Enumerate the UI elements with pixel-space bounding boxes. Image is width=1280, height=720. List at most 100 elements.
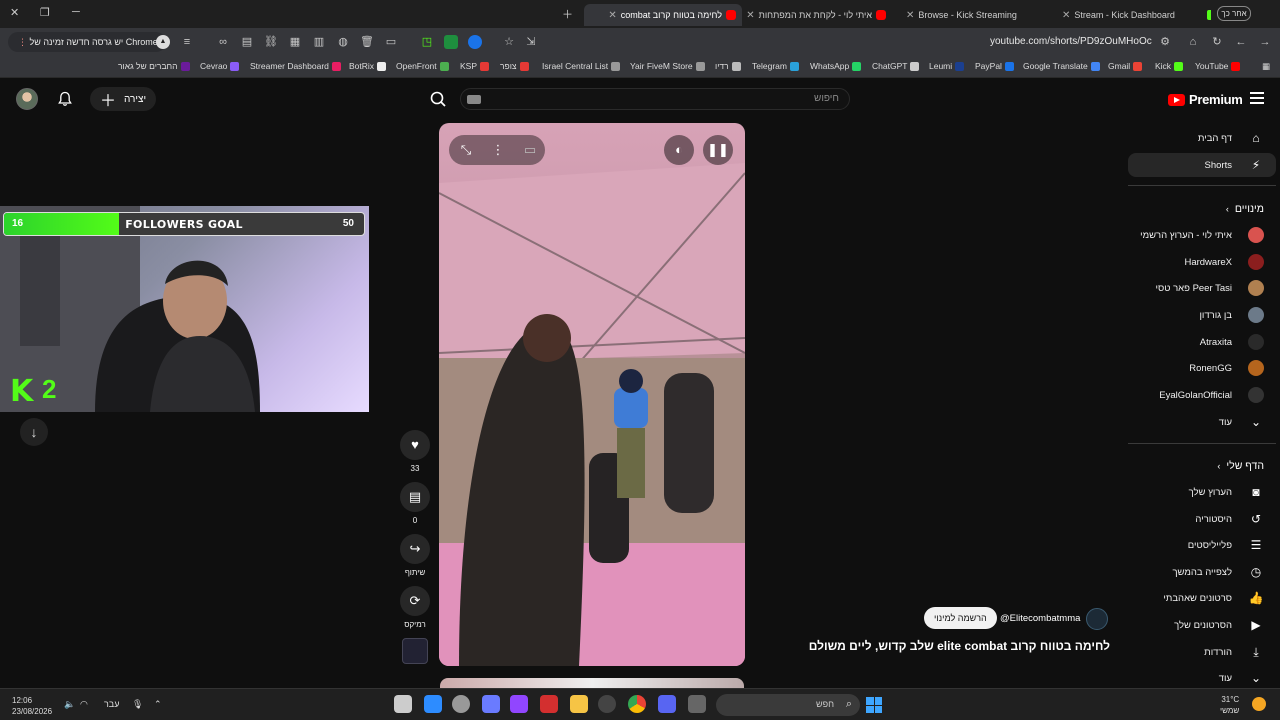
- channel-thumbnail[interactable]: [402, 638, 428, 664]
- sidebar-item-sub-itay-levi[interactable]: איתי לוי - הערוץ הרשמי: [1128, 223, 1276, 247]
- subscribe-button[interactable]: הרשמה למינוי: [924, 607, 997, 629]
- system-clock[interactable]: 12:06 23/08/2026: [12, 695, 52, 717]
- extension-icon[interactable]: ▲: [156, 35, 170, 49]
- volume-icon[interactable]: ◐: [664, 135, 694, 165]
- sidebar-item-your-channel[interactable]: ◙ הערוץ שלך: [1128, 480, 1276, 504]
- close-window-icon[interactable]: ✕: [10, 6, 19, 19]
- sidebar-item-your-videos[interactable]: ▶ הסרטונים שלך: [1128, 613, 1276, 637]
- extension-icon[interactable]: ▦: [288, 35, 302, 49]
- extension-icon[interactable]: ◳: [420, 35, 434, 49]
- omnibox-url[interactable]: youtube.com/shorts/PD9zOuMHoOc: [990, 36, 1152, 47]
- bookmark-cevrao[interactable]: Cevrao: [200, 61, 240, 71]
- sidebar-item-playlists[interactable]: ☰ פלייליסטים: [1128, 533, 1276, 557]
- guide-menu-icon[interactable]: [1250, 92, 1264, 104]
- shorts-video-player[interactable]: ⤡ ⋮ ▭ ◐ ❚❚: [439, 123, 745, 666]
- extension-icon[interactable]: ◍: [336, 35, 350, 49]
- you-header[interactable]: הדף שלי ›: [1180, 460, 1264, 472]
- tab-close-icon[interactable]: ✕: [746, 10, 754, 21]
- chrome-update-chip[interactable]: ⋮ יש גרסה חדשה זמינה של Chrome: [8, 32, 166, 52]
- obs-app-icon[interactable]: [598, 695, 616, 713]
- site-settings-icon[interactable]: ⚙: [1158, 35, 1172, 49]
- microphone-icon[interactable]: 🎙: [132, 699, 143, 710]
- windows-start-icon[interactable]: [866, 697, 882, 713]
- tab-group-chip[interactable]: אחר כך: [1217, 6, 1251, 21]
- bookmark-radio[interactable]: רדיו: [715, 61, 741, 71]
- bookmark-kick[interactable]: Kick: [1155, 61, 1184, 71]
- sidebar-item-you-more[interactable]: ⌄ עוד: [1128, 666, 1276, 690]
- bookmark-tsofar[interactable]: צופר: [500, 61, 529, 71]
- tab-shorts-video[interactable]: לחימה בטווח קרוב combat ✕: [584, 4, 742, 26]
- reading-list-icon[interactable]: ≡: [180, 35, 194, 49]
- all-bookmarks-icon[interactable]: ▦: [1262, 61, 1270, 72]
- sidebar-item-subs-more[interactable]: ⌄ עוד: [1128, 410, 1276, 434]
- extension-icon[interactable]: ▥: [312, 35, 326, 49]
- settings-app-icon[interactable]: [482, 695, 500, 713]
- captions-icon[interactable]: ▭: [515, 135, 545, 165]
- sidebar-item-sub-atraxita[interactable]: Atraxita: [1128, 330, 1276, 354]
- wifi-icon[interactable]: ◠: [80, 699, 88, 710]
- more-options-icon[interactable]: ⋮: [483, 135, 513, 165]
- sidebar-item-watch-later[interactable]: ◷ לצפייה בהמשך: [1128, 560, 1276, 584]
- language-indicator[interactable]: עבר: [104, 699, 119, 709]
- bookmark-friends[interactable]: החברים של גאור: [118, 61, 190, 71]
- media-app-icon[interactable]: [540, 695, 558, 713]
- bookmark-star-icon[interactable]: ☆: [502, 35, 516, 49]
- new-tab-icon[interactable]: ＋: [562, 6, 573, 22]
- remix-button[interactable]: ⟳ רמיקס: [400, 586, 430, 629]
- install-app-icon[interactable]: ⇲: [524, 35, 538, 49]
- bookmark-youtube[interactable]: YouTube: [1195, 61, 1241, 71]
- comments-button[interactable]: ▤ 0: [400, 482, 430, 525]
- minimize-window-icon[interactable]: ─: [72, 6, 80, 18]
- extension-icon[interactable]: [468, 35, 482, 49]
- tab-kick-browse[interactable]: ✕ Browse - Kick Streaming: [900, 4, 1050, 26]
- bookmark-openfront[interactable]: OpenFront: [396, 61, 449, 71]
- reload-icon[interactable]: ↻: [1210, 35, 1224, 49]
- tab-close-icon[interactable]: ✕: [1062, 10, 1070, 21]
- sidebar-item-shorts[interactable]: ⚡ Shorts: [1128, 153, 1276, 177]
- extension-icon[interactable]: ▤: [240, 35, 254, 49]
- bookmark-ksp[interactable]: KSP: [460, 61, 490, 71]
- bookmark-gmail[interactable]: Gmail: [1108, 61, 1143, 71]
- bookmark-google-translate[interactable]: Google Translate: [1023, 61, 1100, 71]
- bookmark-israel-central-list[interactable]: Israel Central List: [542, 61, 621, 71]
- sidebar-item-history[interactable]: ↺ היסטוריה: [1128, 507, 1276, 531]
- bookmark-chatgpt[interactable]: ChatGPT: [872, 61, 920, 71]
- extension-icon[interactable]: [444, 35, 458, 49]
- search-icon[interactable]: [426, 88, 450, 110]
- mail-app-icon[interactable]: [394, 695, 412, 713]
- sidebar-item-sub-peer-tasi[interactable]: Peer Tasi פאר טסי: [1128, 276, 1276, 300]
- notifications-bell-icon[interactable]: [57, 91, 73, 107]
- like-button[interactable]: ♥ 33: [400, 430, 430, 473]
- bookmark-streamer-dashboard[interactable]: Streamer Dashboard: [250, 61, 341, 71]
- pause-icon[interactable]: ❚❚: [703, 135, 733, 165]
- tab-close-icon[interactable]: ✕: [608, 10, 616, 21]
- tab-kick-dashboard[interactable]: ✕ Stream - Kick Dashboard: [1056, 4, 1211, 26]
- sidebar-item-sub-hardwarex[interactable]: HardwareX: [1128, 250, 1276, 274]
- keyboard-icon[interactable]: [467, 95, 481, 104]
- file-explorer-app-icon[interactable]: [570, 695, 588, 713]
- search-input[interactable]: חיפוש: [460, 88, 850, 110]
- discord-app-icon[interactable]: [658, 695, 676, 713]
- channel-handle[interactable]: @Elitecombatmma: [1000, 613, 1080, 624]
- extension-icon[interactable]: ∞: [216, 35, 230, 49]
- fullscreen-icon[interactable]: ⤡: [451, 135, 481, 165]
- sidebar-item-sub-eyalgolan[interactable]: EyalGolanOfficial: [1128, 383, 1276, 407]
- trash-icon[interactable]: 🗑: [360, 35, 374, 49]
- sidebar-item-downloads[interactable]: ⤓ הורדות: [1128, 640, 1276, 664]
- back-icon[interactable]: ←: [1234, 35, 1248, 49]
- channel-avatar[interactable]: [1086, 608, 1108, 630]
- subscriptions-header[interactable]: מינויים ›: [1180, 203, 1264, 215]
- calculator-app-icon[interactable]: [424, 695, 442, 713]
- bookmark-paypal[interactable]: PayPal: [975, 61, 1014, 71]
- sidebar-item-sub-ronengg[interactable]: RonenGG: [1128, 356, 1276, 380]
- tab-close-icon[interactable]: ✕: [906, 10, 914, 21]
- sidebar-item-home[interactable]: ⌂ דף הבית: [1128, 126, 1276, 150]
- weather-widget[interactable]: 31°C שמשי: [1220, 694, 1239, 716]
- volume-icon[interactable]: 🔈: [64, 699, 75, 710]
- bookmark-leumi[interactable]: Leumi: [929, 61, 965, 71]
- bookmark-whatsapp[interactable]: WhatsApp: [810, 61, 862, 71]
- maps-app-icon[interactable]: [452, 695, 470, 713]
- taskbar-search-input[interactable]: חפש ⌕: [716, 694, 860, 716]
- forward-icon[interactable]: →: [1258, 35, 1272, 49]
- bookmark-botrix[interactable]: BotRix: [349, 61, 387, 71]
